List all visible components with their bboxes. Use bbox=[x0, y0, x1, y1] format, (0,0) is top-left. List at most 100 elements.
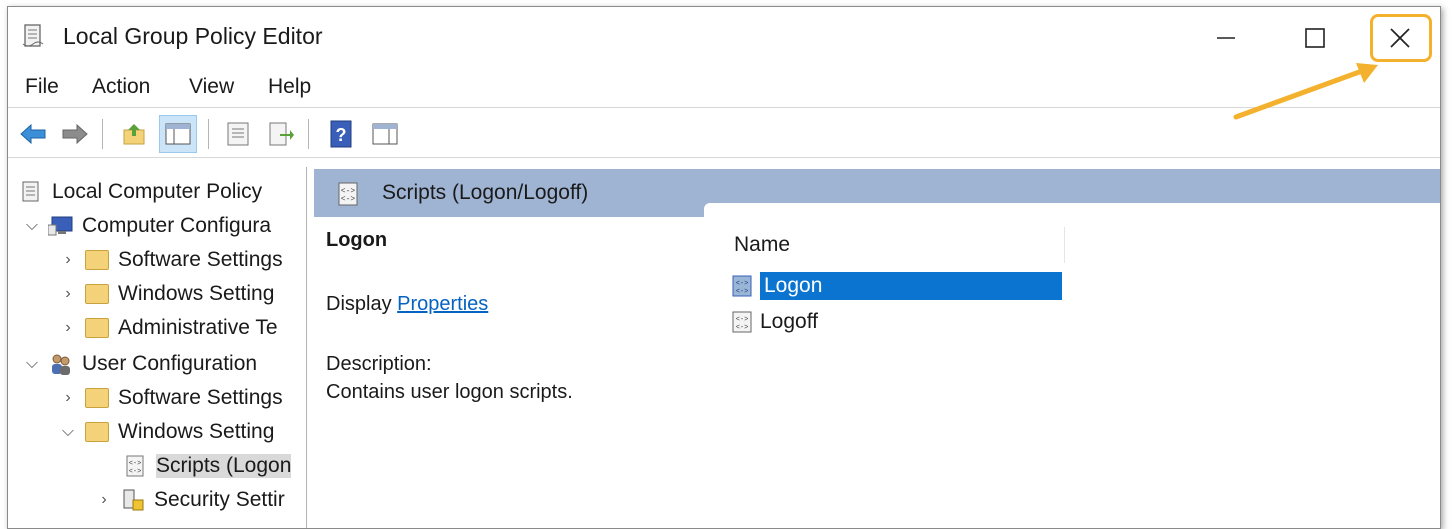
description-text: Contains user logon scripts. bbox=[326, 381, 573, 403]
folder-icon bbox=[84, 316, 110, 340]
svg-text:<->: <-> bbox=[736, 280, 749, 288]
menu-bar: File Action View Help bbox=[8, 69, 1440, 107]
svg-text:<->: <-> bbox=[129, 468, 142, 476]
toolbar: ? bbox=[8, 109, 1440, 157]
tree-item-security-settings[interactable]: › Security Settir bbox=[94, 483, 285, 517]
chevron-right-icon[interactable]: › bbox=[58, 389, 78, 407]
maximize-icon bbox=[1305, 28, 1325, 48]
svg-text:<->: <-> bbox=[341, 195, 356, 204]
computer-icon bbox=[48, 214, 74, 238]
toolbar-divider bbox=[8, 157, 1440, 158]
content-pane: <-> <-> Scripts (Logon/Logoff) Logon Disp… bbox=[314, 169, 1440, 528]
script-icon: <-> <-> bbox=[336, 181, 360, 207]
svg-text:<->: <-> bbox=[736, 324, 749, 332]
tree-item-scripts[interactable]: <-> <-> Scripts (Logon bbox=[122, 449, 292, 483]
policy-document-icon bbox=[22, 23, 44, 49]
tree-pane: Local Computer Policy ⌵ Computer Configu… bbox=[8, 167, 307, 528]
content-header-notch bbox=[704, 203, 1440, 217]
tree-item-local-computer-policy[interactable]: Local Computer Policy bbox=[18, 175, 262, 209]
chevron-right-icon[interactable]: › bbox=[58, 319, 78, 337]
tree-item-user-configuration[interactable]: ⌵ User Configuration bbox=[22, 347, 257, 381]
tree-item-computer-software-settings[interactable]: › Software Settings bbox=[58, 243, 283, 277]
forward-arrow-icon bbox=[62, 123, 88, 145]
svg-text:<->: <-> bbox=[736, 288, 749, 296]
tree-label: Software Settings bbox=[118, 248, 283, 271]
tree-item-user-software-settings[interactable]: › Software Settings bbox=[58, 381, 282, 415]
show-hide-tree-button[interactable] bbox=[159, 115, 197, 153]
list-item-logon[interactable]: <-> <-> Logon bbox=[730, 269, 1064, 303]
toolbar-separator bbox=[208, 119, 209, 149]
tree-label: Computer Configura bbox=[82, 214, 272, 237]
folder-icon bbox=[84, 420, 110, 444]
menu-file[interactable]: File bbox=[25, 75, 59, 99]
column-header-label: Name bbox=[734, 233, 791, 256]
script-icon: <-> <-> bbox=[730, 309, 754, 335]
list-item-label: Logon bbox=[760, 272, 1063, 300]
scripts-list: Name <-> <-> Logon <-> <-> Logoff bbox=[720, 217, 1065, 528]
tree-label: Local Computer Policy bbox=[52, 180, 263, 203]
minimize-button[interactable] bbox=[1198, 15, 1254, 61]
menu-help[interactable]: Help bbox=[268, 75, 311, 99]
list-item-logoff[interactable]: <-> <-> Logoff bbox=[730, 305, 1064, 339]
properties-link[interactable]: Properties bbox=[397, 293, 488, 315]
column-header-name[interactable]: Name bbox=[720, 227, 1065, 263]
users-icon bbox=[48, 352, 74, 376]
maximize-button[interactable] bbox=[1287, 15, 1343, 61]
tree-item-administrative-templates[interactable]: › Administrative Te bbox=[58, 311, 278, 345]
window-title: Local Group Policy Editor bbox=[63, 23, 323, 49]
svg-text:?: ? bbox=[336, 125, 347, 145]
forward-button[interactable] bbox=[60, 119, 90, 149]
window: Local Group Policy Editor File Action Vi… bbox=[7, 6, 1441, 529]
help-button[interactable]: ? bbox=[326, 119, 356, 149]
up-folder-icon bbox=[123, 124, 145, 145]
show-hide-tree-icon bbox=[165, 123, 191, 145]
tree-label: Windows Setting bbox=[118, 420, 275, 443]
tree-item-user-windows-settings[interactable]: ⌵ Windows Setting bbox=[58, 415, 274, 449]
chevron-down-icon[interactable]: ⌵ bbox=[22, 355, 42, 373]
export-list-button[interactable] bbox=[266, 119, 296, 149]
tree-label: User Configuration bbox=[82, 352, 258, 375]
title-bar: Local Group Policy Editor bbox=[8, 7, 1440, 67]
show-action-pane-button[interactable] bbox=[370, 119, 400, 149]
tree-label: Windows Setting bbox=[118, 282, 275, 305]
display-label: Display bbox=[326, 293, 392, 315]
toolbar-separator bbox=[102, 119, 103, 149]
menu-divider bbox=[8, 107, 1440, 108]
chevron-right-icon[interactable]: › bbox=[94, 491, 114, 509]
minimize-icon bbox=[1217, 37, 1235, 39]
chevron-down-icon[interactable]: ⌵ bbox=[58, 423, 78, 441]
properties-icon bbox=[227, 122, 249, 146]
display-properties-line: Display Properties bbox=[326, 293, 488, 316]
policy-document-icon bbox=[18, 180, 44, 204]
chevron-down-icon[interactable]: ⌵ bbox=[22, 217, 42, 235]
script-icon: <-> <-> bbox=[730, 273, 754, 299]
detail-heading: Logon bbox=[326, 229, 388, 251]
svg-text:<->: <-> bbox=[129, 460, 142, 468]
close-button-highlight bbox=[1370, 14, 1432, 62]
list-item-label: Logoff bbox=[760, 310, 819, 333]
tree-item-computer-configuration[interactable]: ⌵ Computer Configura bbox=[22, 209, 271, 243]
script-icon: <-> <-> bbox=[122, 454, 148, 478]
back-arrow-icon bbox=[20, 123, 46, 145]
up-one-level-button[interactable] bbox=[120, 119, 150, 149]
chevron-right-icon[interactable]: › bbox=[58, 285, 78, 303]
toolbar-separator bbox=[308, 119, 309, 149]
menu-action[interactable]: Action bbox=[92, 75, 150, 99]
back-button[interactable] bbox=[18, 119, 48, 149]
chevron-right-icon[interactable]: › bbox=[58, 251, 78, 269]
folder-icon bbox=[84, 386, 110, 410]
tree-label: Scripts (Logon bbox=[156, 454, 292, 478]
annotation-arrow-icon bbox=[1233, 63, 1378, 120]
folder-icon bbox=[84, 248, 110, 272]
content-header-title: Scripts (Logon/Logoff) bbox=[382, 181, 589, 204]
menu-view[interactable]: View bbox=[189, 75, 234, 99]
tree-label: Administrative Te bbox=[118, 316, 278, 339]
help-icon: ? bbox=[330, 120, 352, 148]
tree-item-computer-windows-settings[interactable]: › Windows Setting bbox=[58, 277, 274, 311]
properties-button[interactable] bbox=[223, 119, 253, 149]
export-list-icon bbox=[269, 122, 294, 146]
description-label: Description: bbox=[326, 353, 432, 375]
security-icon bbox=[120, 488, 146, 512]
show-action-pane-icon bbox=[372, 123, 398, 145]
tree-label: Security Settir bbox=[154, 488, 285, 511]
